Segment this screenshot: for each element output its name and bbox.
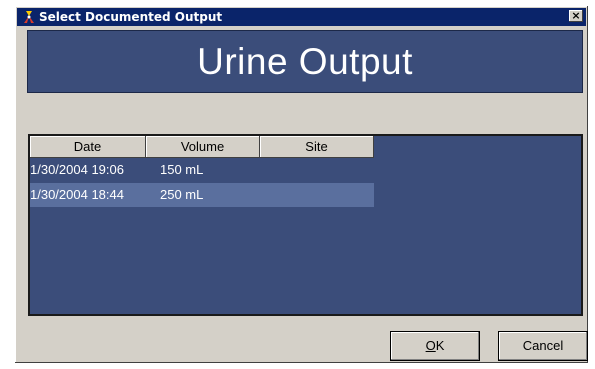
row-site	[260, 183, 374, 207]
app-icon	[21, 9, 37, 25]
row-date: 1/30/2004 18:44	[30, 187, 124, 202]
row-volume: 150 mL	[160, 162, 204, 177]
row-site	[260, 158, 374, 182]
output-type-banner: Urine Output	[27, 30, 583, 93]
ok-button[interactable]: OK	[390, 331, 480, 361]
column-header-site[interactable]: Site	[260, 136, 374, 158]
row-date: 1/30/2004 19:06	[30, 162, 124, 177]
documented-output-list[interactable]: Date Volume Site 1/30/2004 19:06 150 mL …	[28, 134, 583, 316]
ok-label-rest: K	[435, 338, 445, 353]
title-bar[interactable]: Select Documented Output ×	[17, 8, 586, 26]
table-row[interactable]: 1/30/2004 19:06 150 mL	[30, 158, 374, 182]
cancel-button[interactable]: Cancel	[498, 331, 588, 361]
list-header: Date Volume Site	[30, 136, 374, 158]
ok-mnemonic: O	[425, 338, 436, 353]
window-title: Select Documented Output	[39, 10, 223, 24]
select-documented-output-dialog: Select Documented Output × Urine Output …	[15, 6, 588, 363]
row-volume: 250 mL	[160, 187, 204, 202]
banner-title: Urine Output	[197, 40, 413, 82]
column-header-date[interactable]: Date	[30, 136, 146, 158]
close-button[interactable]: ×	[569, 10, 583, 22]
table-row-selected[interactable]: 1/30/2004 18:44 250 mL	[30, 183, 374, 207]
column-header-volume[interactable]: Volume	[146, 136, 260, 158]
